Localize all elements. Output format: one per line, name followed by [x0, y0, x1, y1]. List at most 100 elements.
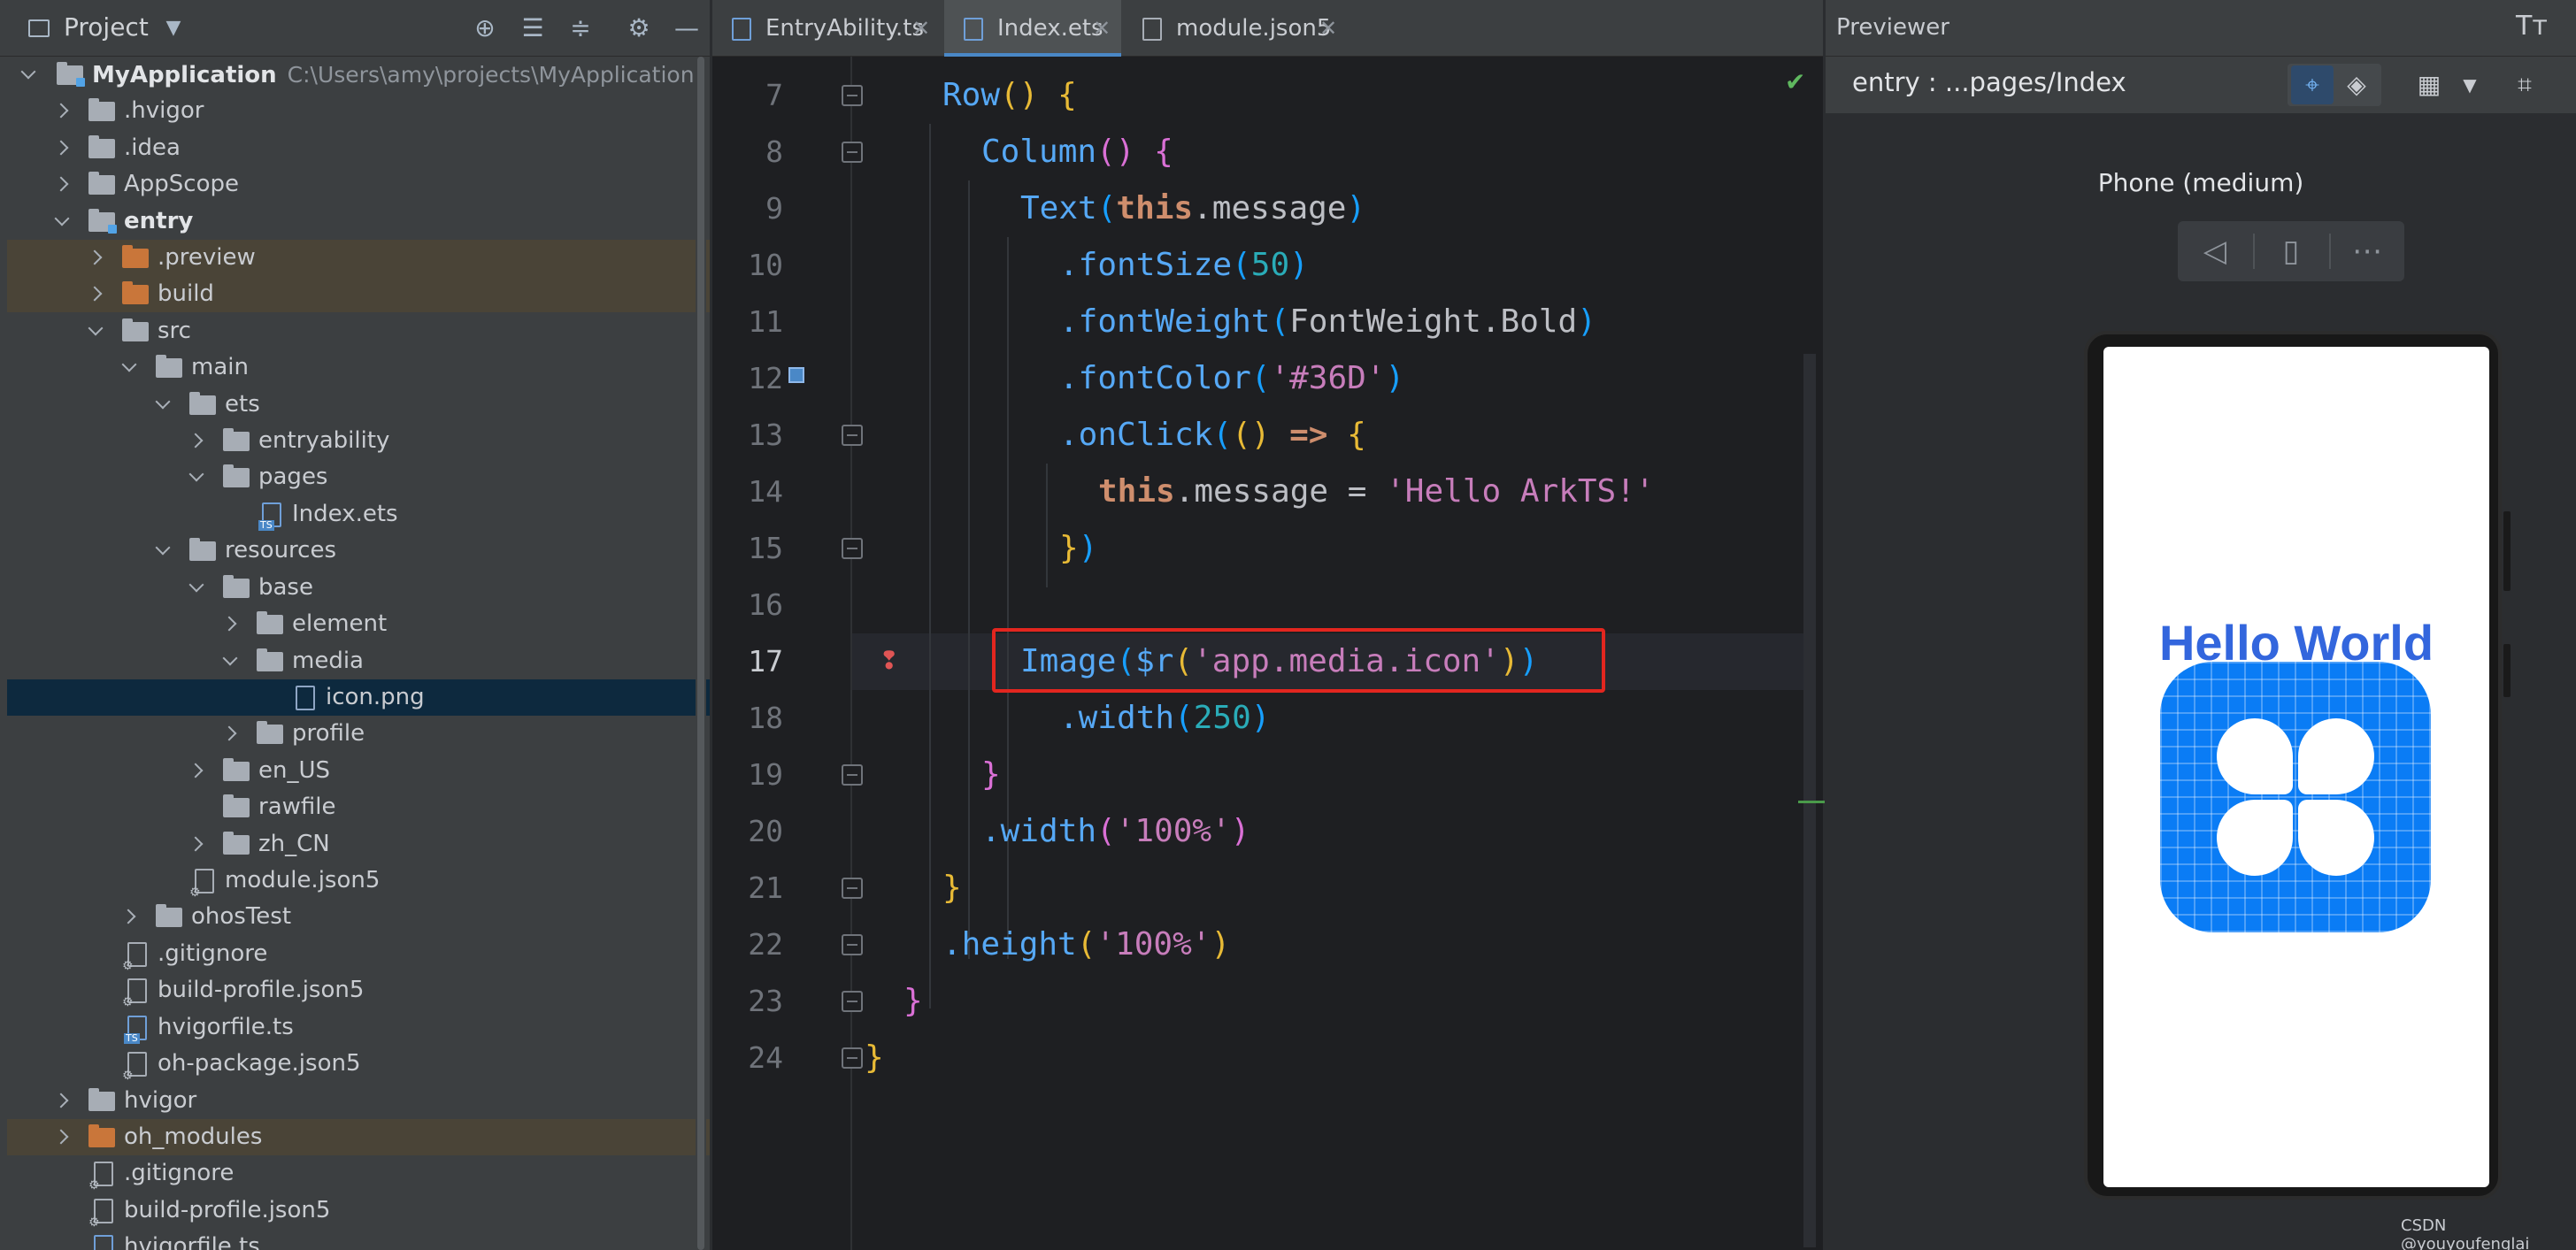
- tree-item-module-json5[interactable]: module.json5: [7, 863, 710, 899]
- fold-icon[interactable]: [842, 764, 863, 786]
- scrollbar-thumb[interactable]: [697, 57, 704, 1250]
- layers-icon[interactable]: ◈: [2335, 65, 2378, 104]
- expand-all-icon[interactable]: ☰: [515, 11, 550, 46]
- chevron-right-icon[interactable]: [51, 130, 73, 166]
- project-view-title[interactable]: Project: [64, 12, 149, 42]
- lightbulb-icon[interactable]: ❢: [879, 648, 899, 674]
- preview-page-path[interactable]: entry : ...pages/Index: [1852, 67, 2126, 97]
- tab-module-json5[interactable]: module.json5 ✕: [1123, 0, 1344, 57]
- fold-icon[interactable]: [842, 878, 863, 899]
- code-line-15[interactable]: }): [1059, 520, 1097, 577]
- chevron-down-icon[interactable]: [219, 643, 241, 679]
- tree-item-rawfile[interactable]: rawfile: [7, 789, 710, 825]
- tree-item-oh-package-entry[interactable]: oh-package.json5: [7, 1046, 710, 1082]
- tree-item-hvigor[interactable]: hvigor: [7, 1083, 710, 1119]
- code-line-24[interactable]: }: [865, 1030, 884, 1086]
- code-line-11[interactable]: .fontWeight(FontWeight.Bold): [1059, 294, 1596, 350]
- tree-item-build-profile-entry[interactable]: build-profile.json5: [7, 972, 710, 1008]
- tree-item-build[interactable]: build: [7, 276, 710, 312]
- chevron-down-icon[interactable]: [152, 387, 173, 423]
- tree-item-main[interactable]: main: [7, 349, 710, 386]
- code-line-14[interactable]: this.message = 'Hello ArkTS!': [1098, 464, 1655, 520]
- fold-icon[interactable]: [842, 425, 863, 446]
- tree-item-oh-modules[interactable]: oh_modules: [7, 1119, 710, 1155]
- tree-item-preview[interactable]: .preview: [7, 240, 710, 276]
- tree-item-gitignore-root[interactable]: .gitignore: [7, 1155, 710, 1192]
- fold-icon[interactable]: [842, 142, 863, 163]
- close-icon[interactable]: ✕: [912, 0, 930, 57]
- tree-item-idea[interactable]: .idea: [7, 130, 710, 166]
- tree-item-element[interactable]: element: [7, 606, 710, 642]
- minimize-icon[interactable]: —: [669, 11, 704, 46]
- chevron-down-icon[interactable]: ▼: [2449, 65, 2491, 104]
- tree-item-hvigorfile-root[interactable]: hvigorfile.ts: [7, 1229, 710, 1250]
- chevron-down-icon[interactable]: [85, 313, 106, 349]
- code-line-22[interactable]: .height('100%'): [942, 916, 1230, 973]
- tree-item-index-ets[interactable]: Index.ets: [7, 496, 710, 533]
- tree-item-zh-cn[interactable]: zh_CN: [7, 826, 710, 863]
- tree-item-icon-png[interactable]: icon.png: [7, 679, 710, 716]
- code-line-13[interactable]: .onClick(() => {: [1059, 407, 1366, 464]
- chevron-right-icon[interactable]: [186, 423, 207, 459]
- chevron-down-icon[interactable]: [18, 57, 39, 93]
- fold-icon[interactable]: [842, 85, 863, 106]
- chevron-right-icon[interactable]: [85, 276, 106, 312]
- inspect-icon[interactable]: ⌖: [2291, 65, 2334, 104]
- grid-icon[interactable]: ▦: [2408, 65, 2450, 104]
- chevron-down-icon[interactable]: ▼: [156, 11, 191, 46]
- tree-scrollbar[interactable]: [696, 57, 706, 1250]
- code-line-20[interactable]: .width('100%'): [981, 803, 1250, 860]
- tree-item-ets[interactable]: ets: [7, 387, 710, 423]
- tree-item-myapplication[interactable]: MyApplication C:\Users\amy\projects\MyApp…: [7, 57, 710, 93]
- rotate-icon[interactable]: ▯: [2254, 221, 2328, 281]
- gear-icon[interactable]: ⚙: [621, 11, 657, 46]
- more-icon[interactable]: ⋯: [2330, 221, 2404, 281]
- tree-item-resources[interactable]: resources: [7, 533, 710, 569]
- chevron-right-icon[interactable]: [186, 826, 207, 863]
- tree-item-build-profile-root[interactable]: build-profile.json5: [7, 1192, 710, 1229]
- chevron-down-icon[interactable]: [51, 203, 73, 240]
- chevron-right-icon[interactable]: [51, 1119, 73, 1155]
- fold-icon[interactable]: [842, 1047, 863, 1069]
- tree-item-gitignore-entry[interactable]: .gitignore: [7, 936, 710, 972]
- tree-item-pages[interactable]: pages: [7, 459, 710, 495]
- locate-icon[interactable]: ⊕: [467, 11, 503, 46]
- back-icon[interactable]: ◁: [2178, 221, 2252, 281]
- code-line-8[interactable]: Column() {: [981, 124, 1173, 180]
- tree-item-base[interactable]: base: [7, 570, 710, 606]
- fold-icon[interactable]: [842, 538, 863, 559]
- code-line-10[interactable]: .fontSize(50): [1059, 237, 1309, 294]
- code-line-19[interactable]: }: [981, 747, 1001, 803]
- tree-item-hvigor-dir[interactable]: .hvigor: [7, 93, 710, 129]
- code-line-21[interactable]: }: [942, 860, 962, 916]
- chevron-right-icon[interactable]: [186, 753, 207, 789]
- fold-icon[interactable]: [842, 991, 863, 1012]
- app-icon-image[interactable]: [2160, 662, 2431, 932]
- chevron-down-icon[interactable]: [186, 570, 207, 606]
- chevron-down-icon[interactable]: [186, 459, 207, 495]
- tree-item-entry[interactable]: entry: [7, 203, 710, 240]
- collapse-all-icon[interactable]: ≑: [563, 11, 598, 46]
- checkmark-icon[interactable]: ✔: [1785, 67, 1805, 96]
- code-line-23[interactable]: }: [904, 973, 923, 1030]
- code-line-7[interactable]: Row() {: [942, 67, 1077, 124]
- code-line-12[interactable]: .fontColor('#36D'): [1059, 350, 1404, 407]
- chevron-down-icon[interactable]: [119, 349, 140, 386]
- chevron-right-icon[interactable]: [85, 240, 106, 276]
- close-icon[interactable]: ✕: [1319, 0, 1337, 57]
- tree-item-en-us[interactable]: en_US: [7, 753, 710, 789]
- tree-item-profile[interactable]: profile: [7, 716, 710, 752]
- chevron-right-icon[interactable]: [51, 1083, 73, 1119]
- tree-item-src[interactable]: src: [7, 313, 710, 349]
- chevron-right-icon[interactable]: [51, 93, 73, 129]
- chevron-right-icon[interactable]: [219, 716, 241, 752]
- crop-icon[interactable]: ⌗: [2503, 65, 2546, 104]
- chevron-down-icon[interactable]: [152, 533, 173, 569]
- tab-entryability[interactable]: EntryAbility.ts ✕: [712, 0, 942, 57]
- chevron-right-icon[interactable]: [119, 899, 140, 935]
- tree-item-media[interactable]: media: [7, 643, 710, 679]
- chevron-right-icon[interactable]: [51, 166, 73, 203]
- text-size-icon[interactable]: Tт: [2516, 11, 2548, 42]
- close-icon[interactable]: ✕: [1093, 0, 1111, 57]
- tree-item-hvigorfile-entry[interactable]: hvigorfile.ts: [7, 1009, 710, 1046]
